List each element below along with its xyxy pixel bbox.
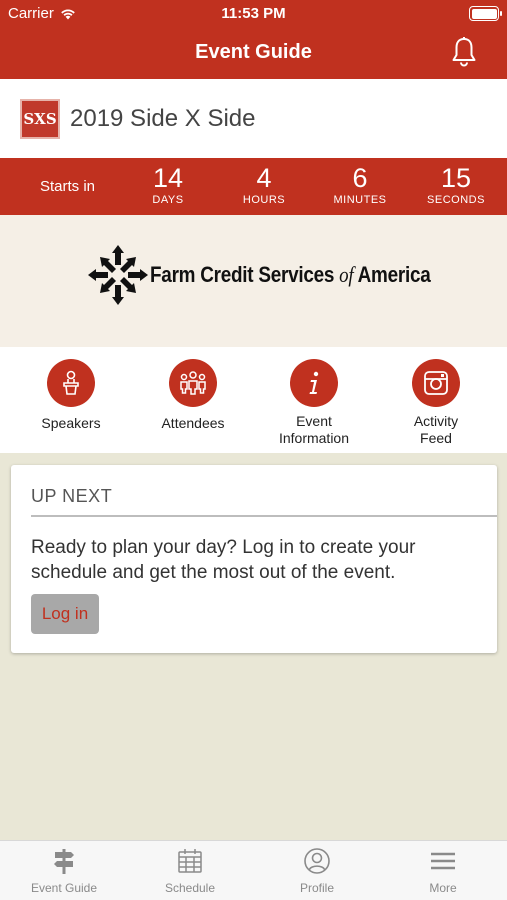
page-title: Event Guide: [195, 41, 312, 63]
event-information-button[interactable]: Event Information: [259, 359, 369, 447]
calendar-icon: [178, 849, 202, 873]
status-bar: Carrier 11:53 PM: [0, 0, 507, 28]
divider: [31, 515, 497, 517]
speakers-button[interactable]: Speakers: [16, 359, 126, 432]
sponsor-logo: Farm Credit Services of America: [86, 243, 476, 307]
countdown-hours: 4 HOURS: [219, 162, 309, 206]
countdown-value: 15: [440, 163, 472, 193]
sponsor-banner[interactable]: Farm Credit Services of America: [0, 215, 507, 347]
tab-event-guide[interactable]: Event Guide: [9, 847, 119, 895]
up-next-card: UP NEXT Ready to plan your day? Log in t…: [11, 465, 497, 653]
nav-bar: Event Guide: [0, 28, 507, 79]
countdown-label: Starts in: [40, 178, 96, 195]
tab-bar: Event Guide Schedule Profile More: [0, 840, 507, 900]
tab-more[interactable]: More: [388, 847, 498, 895]
tab-label: Profile: [299, 881, 334, 895]
countdown-caption: SECONDS: [427, 194, 485, 206]
countdown-value: 6: [352, 163, 368, 193]
activity-feed-button[interactable]: Activity Feed: [381, 359, 491, 447]
tab-schedule[interactable]: Schedule: [135, 847, 245, 895]
tab-label: More: [429, 881, 457, 895]
up-next-title: UP NEXT: [31, 486, 113, 506]
farm-credit-logo-icon: [88, 245, 148, 305]
event-logo: SXS: [20, 98, 60, 139]
status-time: 11:53 PM: [221, 5, 286, 22]
event-name: 2019 Side X Side: [70, 104, 256, 132]
countdown-caption: MINUTES: [333, 194, 387, 206]
info-icon: [290, 359, 338, 407]
tab-profile[interactable]: Profile: [262, 847, 372, 895]
signpost-icon: [54, 849, 74, 874]
activity-feed-label: Activity Feed: [413, 413, 459, 446]
countdown-caption: DAYS: [152, 194, 184, 206]
battery-icon: [469, 6, 502, 21]
event-header[interactable]: SXS 2019 Side X Side: [0, 79, 507, 158]
speakers-label: Speakers: [41, 415, 101, 431]
countdown-value: 4: [256, 163, 272, 193]
event-information-label: Event Information: [278, 413, 350, 446]
countdown-value: 14: [152, 163, 184, 193]
countdown-seconds: 15 SECONDS: [411, 162, 501, 206]
tab-label: Schedule: [164, 881, 216, 895]
menu-icon: [431, 852, 455, 870]
instagram-camera-icon: [412, 359, 460, 407]
attendees-button[interactable]: Attendees: [138, 359, 248, 432]
login-button[interactable]: Log in: [31, 594, 99, 634]
sponsor-name: Farm Credit Services of America: [150, 262, 431, 287]
countdown: Starts in 14 DAYS 4 HOURS 6 MINUTES 15 S…: [0, 158, 507, 215]
bell-icon[interactable]: [449, 36, 479, 68]
tab-label: Event Guide: [30, 881, 98, 895]
quick-actions: Speakers Attendees Event Information Act…: [0, 347, 507, 453]
up-next-message: Ready to plan your day? Log in to create…: [31, 537, 416, 583]
attendees-label: Attendees: [161, 415, 225, 431]
attendees-group-icon: [169, 359, 217, 407]
countdown-days: 14 DAYS: [123, 162, 213, 206]
profile-icon: [304, 848, 330, 874]
speaker-podium-icon: [47, 359, 95, 407]
countdown-caption: HOURS: [242, 194, 286, 206]
countdown-minutes: 6 MINUTES: [315, 162, 405, 206]
